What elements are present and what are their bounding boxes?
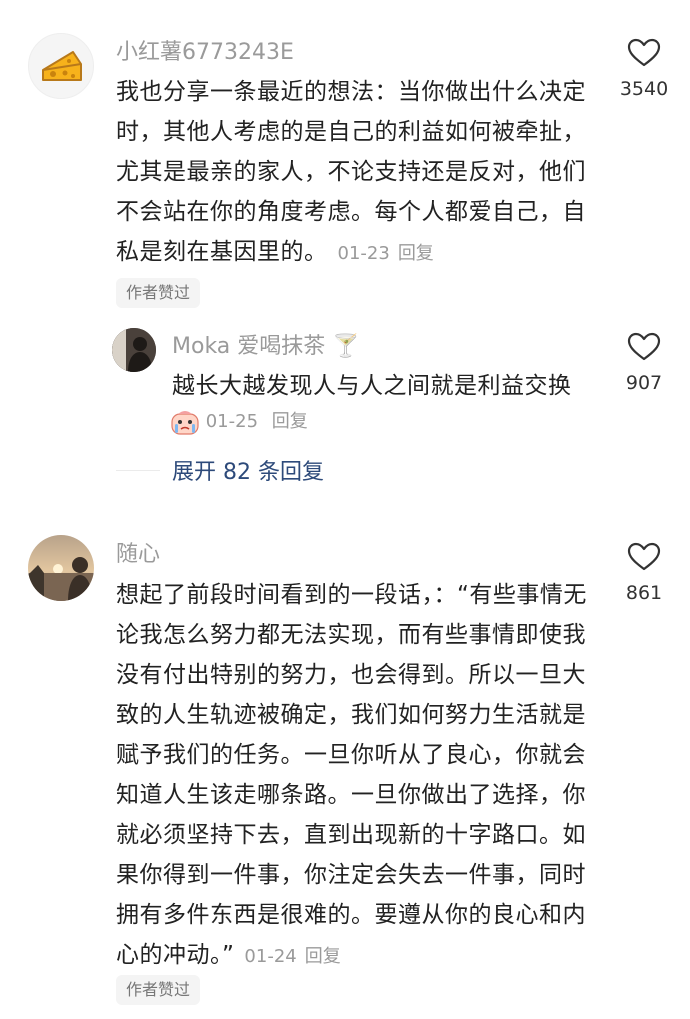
sunset-photo-avatar (28, 535, 94, 601)
reply-link[interactable]: 回复 (398, 243, 434, 264)
comment-username[interactable]: 小红薯6773243E (116, 38, 294, 68)
heart-icon[interactable] (627, 332, 661, 362)
heart-icon[interactable] (627, 38, 661, 68)
cheese-icon (42, 51, 82, 81)
comment-date: 01-24 (244, 946, 297, 967)
crying-face-sticker-icon (171, 411, 199, 435)
comment-date: 01-23 (337, 243, 390, 264)
reply-avatar[interactable] (112, 328, 156, 372)
comment-meta: 01-24 回复 (244, 946, 340, 967)
like-count: 3540 (619, 78, 669, 100)
like-control[interactable]: 861 (604, 542, 684, 606)
reply-text: 越长大越发现人与人之间就是利益交换 (172, 373, 572, 399)
reply-username: Moka 爱喝抹茶 (172, 334, 326, 359)
comment-text-block: 我也分享一条最近的想法：当你做出什么决定时，其他人考虑的是自己的利益如何被牵扯，… (116, 72, 588, 274)
reply-link[interactable]: 回复 (305, 946, 341, 967)
comment-text: 想起了前段时间看到的一段话，：“有些事情无论我怎么努力都无法实现，而有些事情即使… (116, 582, 587, 968)
like-count: 861 (625, 582, 663, 604)
comment-text-block: 想起了前段时间看到的一段话，：“有些事情无论我怎么努力都无法实现，而有些事情即使… (116, 575, 588, 977)
reply-meta: 01-25 回复 (170, 408, 308, 436)
reply-link[interactable]: 回复 (272, 411, 308, 432)
thread-divider (116, 470, 160, 471)
comment-text: 我也分享一条最近的想法：当你做出什么决定时，其他人考虑的是自己的利益如何被牵扯，… (116, 79, 586, 265)
avatar[interactable] (28, 33, 94, 99)
person-photo-icon (112, 328, 156, 372)
like-count: 907 (625, 372, 663, 394)
expand-replies-link[interactable]: 展开 82 条回复 (172, 458, 324, 488)
reply-like-control[interactable]: 907 (604, 332, 684, 396)
comment-username[interactable]: 随心 (116, 540, 160, 570)
author-liked-badge: 作者赞过 (116, 975, 201, 1005)
reply-username-row[interactable]: Moka 爱喝抹茶 🍸 (172, 332, 360, 362)
cocktail-emoji: 🍸 (332, 334, 360, 359)
heart-icon[interactable] (627, 542, 661, 572)
author-liked-badge: 作者赞过 (116, 278, 201, 308)
comment-meta: 01-23 回复 (338, 243, 434, 264)
like-control[interactable]: 3540 (604, 38, 684, 102)
avatar[interactable] (28, 535, 94, 601)
reply-date: 01-25 (205, 411, 259, 432)
